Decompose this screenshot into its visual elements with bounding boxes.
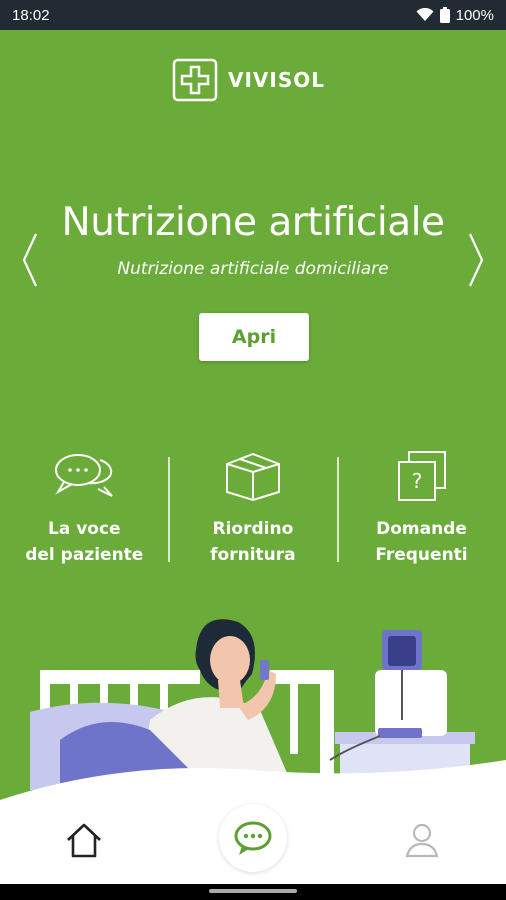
feature-divider bbox=[168, 457, 170, 562]
bottom-navigation bbox=[0, 800, 506, 884]
feature-faq[interactable]: ? Domande Frequenti bbox=[337, 450, 506, 568]
feature-label: Frequenti bbox=[375, 545, 468, 565]
feature-label: Riordino bbox=[212, 519, 294, 539]
feature-label: Domande bbox=[376, 519, 467, 539]
status-icons: 100% bbox=[416, 7, 494, 24]
status-time: 18:02 bbox=[12, 6, 50, 24]
battery-icon bbox=[439, 7, 450, 23]
battery-level: 100% bbox=[455, 6, 494, 24]
feature-grid: La voce del paziente Riordino fornitura … bbox=[0, 450, 506, 568]
feature-divider bbox=[337, 457, 339, 562]
wifi-icon bbox=[416, 8, 434, 21]
brand-name: VIVISOL bbox=[228, 68, 325, 92]
system-navigation-bar bbox=[0, 884, 506, 900]
gesture-handle[interactable] bbox=[209, 889, 297, 893]
service-subtitle: Nutrizione artificiale domiciliare bbox=[117, 259, 389, 279]
home-icon[interactable] bbox=[64, 820, 104, 860]
feature-label: La voce bbox=[48, 519, 121, 539]
chat-icon bbox=[234, 821, 272, 855]
feature-label: fornitura bbox=[210, 545, 296, 565]
patient-illustration bbox=[0, 619, 506, 820]
feature-label: del paziente bbox=[25, 545, 144, 565]
service-title: Nutrizione artificiale bbox=[61, 200, 445, 245]
brand-logo: VIVISOL bbox=[172, 58, 325, 102]
feature-patient-voice[interactable]: La voce del paziente bbox=[0, 450, 169, 568]
svg-text:?: ? bbox=[412, 469, 423, 493]
vivisol-logo-icon bbox=[172, 58, 218, 102]
faq-cards-icon: ? bbox=[398, 451, 447, 501]
profile-icon[interactable] bbox=[402, 820, 442, 860]
feature-supply-reorder[interactable]: Riordino fornitura bbox=[169, 450, 338, 568]
woman-figure bbox=[60, 619, 290, 785]
box-icon bbox=[225, 452, 280, 502]
open-button[interactable]: Apri bbox=[199, 313, 309, 361]
chat-bubbles-icon bbox=[55, 454, 114, 497]
chat-nav-button[interactable] bbox=[219, 804, 287, 872]
status-bar: 18:02 100% bbox=[0, 0, 506, 30]
service-carousel: Nutrizione artificiale Nutrizione artifi… bbox=[0, 200, 506, 279]
